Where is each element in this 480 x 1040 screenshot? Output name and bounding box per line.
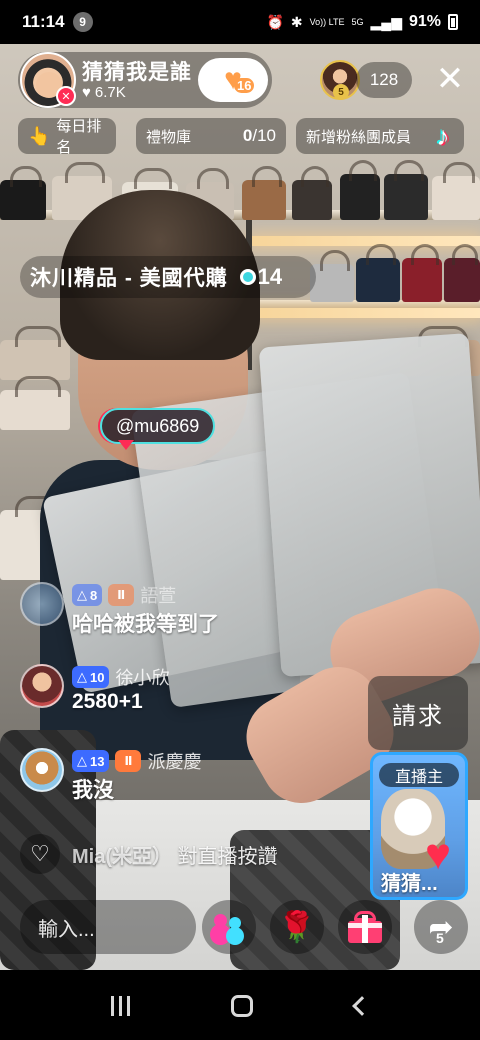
multi-guest-button[interactable]	[202, 900, 256, 954]
fire-icon: 👆	[28, 125, 51, 146]
gift-progress-current: 0	[242, 126, 253, 145]
network-5g-icon: 5G	[351, 16, 364, 27]
gift-progress: 0/10	[243, 126, 276, 146]
clock: 11:14	[22, 12, 65, 31]
fan-club-badge-icon: Ⅱ	[108, 584, 135, 606]
username[interactable]: 徐小欣	[115, 664, 169, 690]
like-action: 對直播按讚	[177, 845, 278, 868]
live-card-name: 猜猜...	[381, 873, 438, 895]
daily-rank-label: 每日排名	[56, 118, 102, 156]
gift-library-label: 禮物庫	[146, 128, 192, 146]
level-number: 10	[90, 669, 105, 685]
host-likes-count: 6.7K	[94, 84, 126, 101]
follow-button[interactable]: ♥ 16	[198, 58, 268, 102]
host-likes: ♥ 6.7K	[82, 84, 126, 101]
username[interactable]: 語萱	[140, 582, 176, 608]
mic-muted-icon: ✕	[56, 86, 76, 106]
signal-icon: ▂▄▆	[370, 13, 402, 30]
status-bar: 11:14 9 ⏰ ✱ Vo)) LTE 5G ▂▄▆ 91%	[0, 0, 480, 44]
notification-count-badge: 9	[72, 12, 93, 32]
like-user[interactable]: Mia(米亞）	[72, 846, 172, 868]
battery-percent: 91%	[408, 13, 441, 30]
back-icon[interactable]	[352, 996, 373, 1016]
volte-icon: Vo)) LTE	[309, 16, 345, 27]
heart-icon: ♥	[82, 84, 91, 101]
live-card-label: 直播主	[379, 763, 459, 787]
shop-name: 沐川精品 - 美國代購	[30, 267, 228, 290]
level-badge: △ 13	[72, 750, 110, 772]
home-icon[interactable]	[231, 995, 254, 1017]
heart-outline-icon: ♡	[20, 834, 60, 874]
handbag	[432, 162, 480, 220]
live-host-card[interactable]: 直播主 ♥ 猜猜...	[370, 752, 468, 900]
system-nav-bar	[0, 972, 480, 1040]
shop-number: 14	[257, 264, 283, 289]
shop-dot-icon	[239, 269, 256, 285]
user-avatar[interactable]	[20, 748, 64, 792]
handbag	[292, 166, 332, 220]
comment-input[interactable]: 輸入...	[20, 900, 196, 954]
message-meta: △ 13 Ⅱ 派慶慶	[72, 748, 201, 774]
message-text: 2580+1	[72, 690, 143, 713]
gift-library-chip[interactable]: 禮物庫 0/10	[136, 118, 286, 154]
viewer-count[interactable]: 128	[356, 62, 412, 98]
level-number: 13	[90, 753, 105, 769]
handbag	[0, 376, 70, 430]
request-button[interactable]: 請求	[368, 676, 468, 750]
handbag	[444, 244, 480, 302]
rose-gift-button[interactable]: 🌹	[270, 900, 324, 954]
rose-icon: 🌹	[278, 910, 316, 944]
share-count: 5	[436, 930, 444, 946]
daily-rank-chip[interactable]: 👆 每日排名	[18, 118, 116, 156]
alarm-icon: ⏰	[266, 13, 284, 30]
message-meta: △ 8 Ⅱ 語萱	[72, 582, 176, 608]
status-icons: ⏰ ✱ Vo)) LTE 5G ▂▄▆ 91%	[266, 13, 458, 31]
shop-label[interactable]: 沐川精品 - 美國代購 14	[20, 256, 316, 298]
handbag	[384, 160, 428, 220]
message-text: 我沒	[72, 779, 114, 802]
handbag	[402, 244, 442, 302]
close-icon[interactable]: ✕	[432, 62, 468, 98]
host-name[interactable]: 猜猜我是誰	[82, 56, 192, 86]
shelf-light	[250, 308, 480, 318]
top-viewer-rank: 5	[333, 84, 349, 100]
username[interactable]: 派慶慶	[147, 748, 201, 774]
like-text: Mia(米亞） 對直播按讚	[72, 840, 278, 869]
level-icon: △	[77, 669, 87, 684]
new-fans-label: 新增粉絲團成員	[306, 128, 412, 146]
fan-club-badge-icon: Ⅱ	[115, 750, 142, 772]
handbag	[310, 250, 354, 302]
handbag	[242, 166, 286, 220]
like-notice: ♡ Mia(米亞） 對直播按讚	[20, 834, 278, 874]
message-text: 哈哈被我等到了	[72, 613, 219, 636]
tiktok-logo-icon: ♪	[436, 120, 450, 151]
handbag	[0, 326, 70, 380]
user-avatar[interactable]	[20, 664, 64, 708]
gift-icon	[348, 911, 382, 943]
level-badge: △ 8	[72, 584, 103, 606]
mention-bubble[interactable]: @mu6869	[100, 408, 216, 444]
handbag	[340, 160, 380, 220]
bluetooth-icon: ✱	[290, 13, 303, 30]
level-icon: △	[77, 753, 87, 768]
battery-icon	[448, 14, 458, 30]
level-number: 8	[90, 587, 98, 603]
gift-button[interactable]	[338, 900, 392, 954]
mention-tail	[118, 440, 134, 450]
handbag	[0, 166, 46, 220]
level-icon: △	[77, 587, 87, 602]
gift-progress-total: /10	[252, 126, 276, 145]
message-meta: △ 10 徐小欣	[72, 664, 169, 690]
shelf-light	[250, 236, 480, 246]
follow-count: 16	[234, 78, 255, 93]
user-avatar[interactable]	[20, 582, 64, 626]
handbag	[356, 244, 400, 302]
recent-apps-icon[interactable]	[110, 996, 130, 1016]
people-icon	[212, 912, 246, 942]
level-badge: △ 10	[72, 666, 110, 688]
